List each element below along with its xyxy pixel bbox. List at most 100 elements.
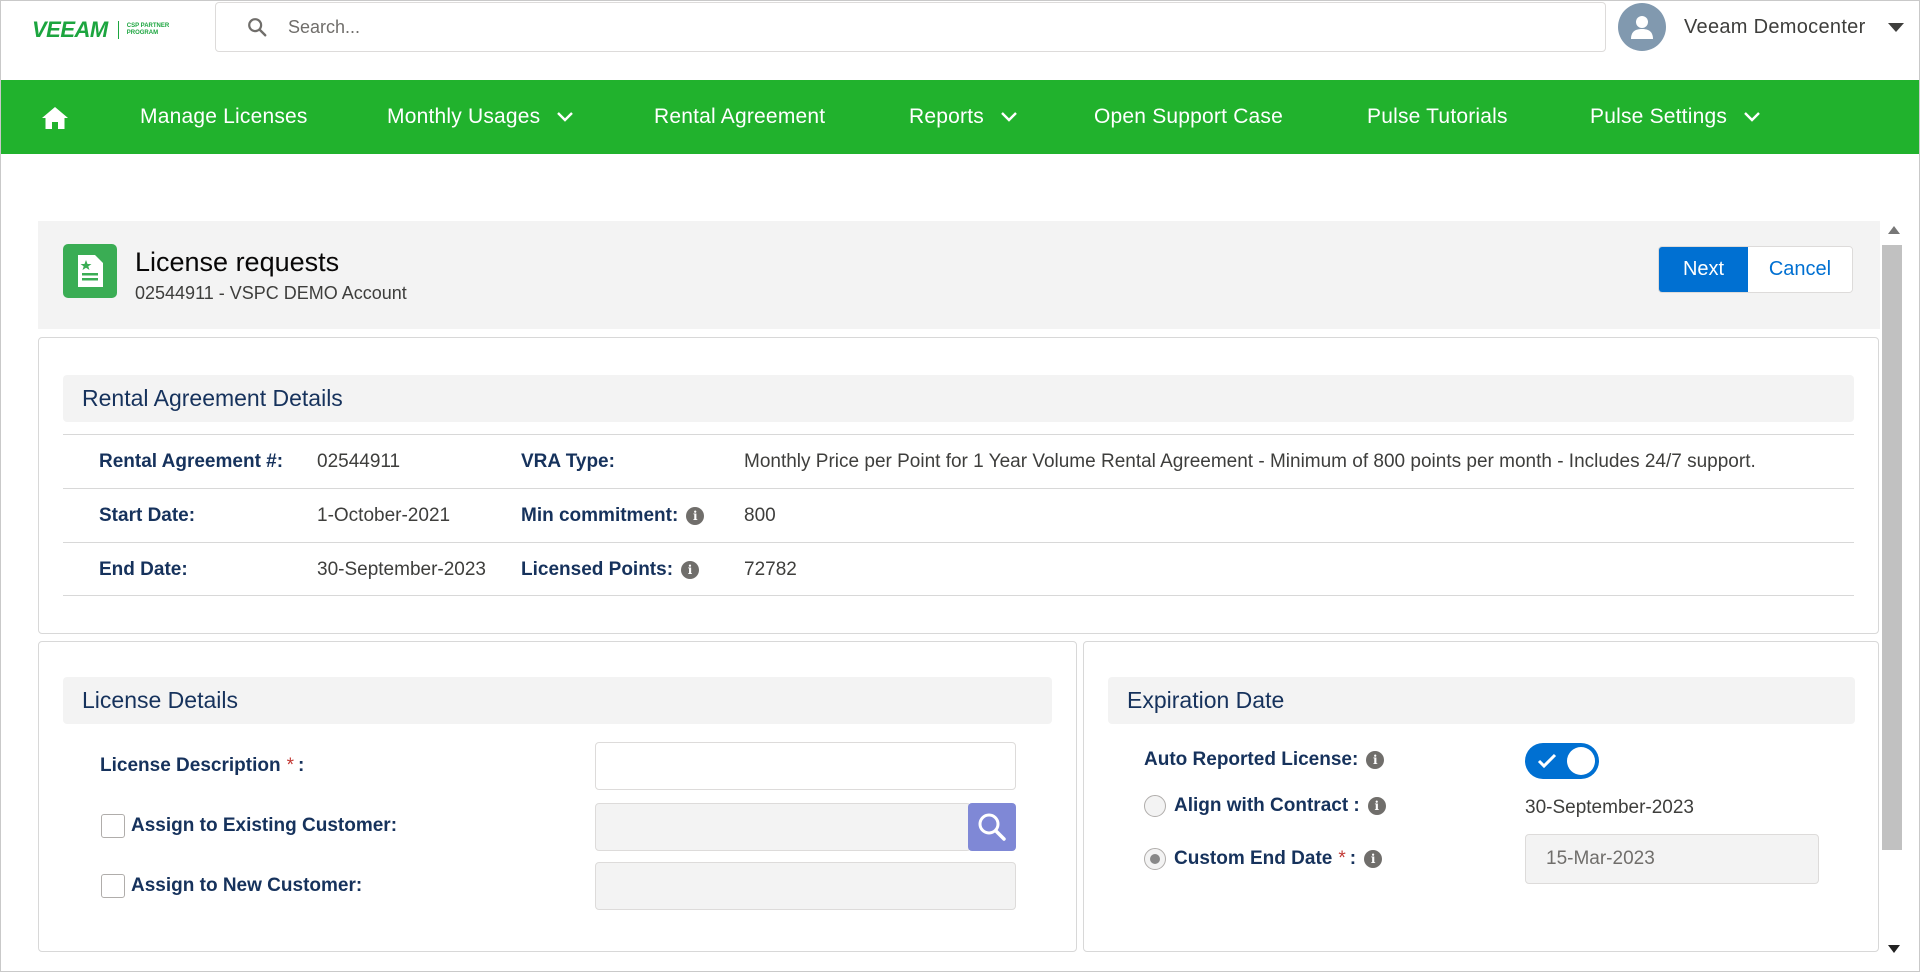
assign-new-row: Assign to New Customer: (101, 874, 362, 898)
home-icon[interactable] (41, 105, 69, 131)
cancel-button[interactable]: Cancel (1748, 247, 1852, 292)
license-description-label: License Description * : (100, 755, 304, 777)
required-mark: * (286, 755, 294, 776)
assign-existing-checkbox[interactable] (101, 814, 125, 838)
min-commitment-text: Min commitment: (521, 505, 679, 526)
vra-type-value: Monthly Price per Point for 1 Year Volum… (744, 451, 1756, 472)
caret-down-icon[interactable] (1887, 22, 1904, 32)
nav-item-reports[interactable]: Reports (909, 80, 1018, 154)
detail-row: Rental Agreement #: 02544911 VRA Type: M… (63, 434, 1854, 488)
align-contract-date: 30-September-2023 (1525, 797, 1694, 818)
nav-item-pulse-settings[interactable]: Pulse Settings (1590, 80, 1761, 154)
scroll-up-arrow[interactable] (1888, 226, 1900, 234)
chevron-down-icon (1744, 112, 1760, 122)
scroll-down-arrow[interactable] (1888, 945, 1900, 953)
veeam-logo[interactable]: VEEAM CSP PARTNER PROGRAM (32, 17, 169, 43)
nav-item-open-support-case[interactable]: Open Support Case (1094, 80, 1283, 154)
new-customer-input[interactable] (595, 862, 1016, 910)
info-icon[interactable]: i (1367, 797, 1386, 815)
custom-end-date-radio[interactable] (1144, 848, 1166, 870)
page-header: License requests 02544911 - VSPC DEMO Ac… (38, 221, 1880, 329)
nav-item-label: Reports (909, 105, 984, 128)
top-bar: VEEAM CSP PARTNER PROGRAM Veeam Democent… (1, 1, 1919, 80)
auto-reported-toggle[interactable] (1525, 743, 1599, 779)
assign-new-checkbox[interactable] (101, 874, 125, 898)
section-header: Expiration Date (1108, 677, 1855, 724)
custom-end-date-input[interactable]: 15-Mar-2023 (1525, 834, 1819, 884)
nav-item-label: Manage Licenses (140, 105, 308, 128)
section-header: License Details (63, 677, 1052, 724)
logo-sub-line-2: PROGRAM (126, 30, 159, 36)
custom-end-date-row: Custom End Date * : i (1144, 848, 1383, 870)
end-date-label: End Date: (99, 559, 188, 580)
start-date-label: Start Date: (99, 505, 196, 526)
agreement-number-label: Rental Agreement #: (99, 451, 284, 472)
section-header: Rental Agreement Details (63, 375, 1854, 422)
end-date-value: 30-September-2023 (317, 559, 486, 580)
nav-item-label: Pulse Tutorials (1367, 105, 1508, 128)
licensed-points-label: Licensed Points: i (521, 559, 700, 581)
logo-divider (117, 21, 119, 39)
min-commitment-value: 800 (744, 505, 776, 526)
info-icon[interactable]: i (686, 507, 705, 525)
info-icon[interactable]: i (681, 561, 700, 579)
page-title: License requests (135, 247, 340, 277)
search-icon (978, 813, 1006, 841)
assign-new-label: Assign to New Customer: (131, 875, 363, 896)
logo-wordmark: VEEAM (32, 17, 108, 42)
label-colon: : (1349, 848, 1357, 869)
auto-reported-label: Auto Reported License: i (1144, 749, 1385, 771)
avatar[interactable] (1618, 3, 1666, 51)
nav-item-label: Monthly Usages (387, 105, 541, 128)
assign-existing-row: Assign to Existing Customer: (101, 814, 397, 838)
min-commitment-label: Min commitment: i (521, 505, 705, 527)
next-button[interactable]: Next (1659, 247, 1748, 292)
expiration-date-panel: Expiration Date Auto Reported License: i… (1083, 641, 1879, 952)
user-menu[interactable]: Veeam Democenter (1618, 3, 1904, 51)
license-description-text: License Description (100, 755, 281, 776)
nav-item-label: Rental Agreement (654, 105, 826, 128)
user-name: Veeam Democenter (1684, 15, 1866, 38)
nav-item-manage-licenses[interactable]: Manage Licenses (140, 80, 308, 154)
align-contract-row: Align with Contract : i (1144, 795, 1386, 817)
custom-end-date-label: Custom End Date (1174, 848, 1333, 869)
custom-end-date-value: 15-Mar-2023 (1546, 848, 1655, 869)
auto-reported-text: Auto Reported License: (1144, 749, 1359, 770)
search-input[interactable] (288, 16, 1488, 38)
search-icon (248, 18, 267, 37)
agreement-number-value: 02544911 (317, 451, 401, 472)
page-subtitle: 02544911 - VSPC DEMO Account (135, 283, 407, 303)
global-search[interactable] (215, 2, 1606, 52)
logo-subtitle: CSP PARTNER PROGRAM (127, 23, 169, 37)
app-window: VEEAM CSP PARTNER PROGRAM Veeam Democent… (0, 0, 1920, 972)
main-nav: Manage Licenses Monthly Usages Rental Ag… (1, 80, 1919, 154)
check-icon (1537, 753, 1557, 769)
licensed-points-text: Licensed Points: (521, 559, 674, 580)
license-details-panel: License Details License Description * : … (38, 641, 1077, 952)
info-icon[interactable]: i (1364, 850, 1383, 868)
nav-item-monthly-usages[interactable]: Monthly Usages (387, 80, 574, 154)
label-colon: : (297, 755, 305, 776)
assign-existing-label: Assign to Existing Customer: (131, 815, 398, 836)
chevron-down-icon (557, 112, 574, 122)
align-contract-radio[interactable] (1144, 795, 1166, 817)
nav-item-pulse-tutorials[interactable]: Pulse Tutorials (1367, 80, 1508, 154)
licensed-points-value: 72782 (744, 559, 797, 580)
logo-sub-line-1: CSP PARTNER (126, 23, 170, 29)
customer-search-button[interactable] (968, 803, 1016, 851)
chevron-down-icon (1001, 112, 1017, 122)
user-icon (1631, 16, 1653, 39)
detail-row: End Date: 30-September-2023 Licensed Poi… (63, 542, 1854, 596)
nav-item-rental-agreement[interactable]: Rental Agreement (654, 80, 825, 154)
start-date-value: 1-October-2021 (317, 505, 451, 526)
detail-row: Start Date: 1-October-2021 Min commitmen… (63, 488, 1854, 542)
rental-agreement-panel: Rental Agreement Details Rental Agreemen… (38, 337, 1879, 634)
existing-customer-lookup-input[interactable] (595, 803, 971, 851)
action-buttons: Next Cancel (1658, 246, 1853, 293)
required-mark: * (1338, 848, 1346, 869)
info-icon[interactable]: i (1366, 751, 1385, 769)
vra-type-label: VRA Type: (521, 451, 615, 472)
license-description-input[interactable] (595, 742, 1016, 790)
scrollbar-thumb[interactable] (1882, 245, 1902, 850)
align-contract-label: Align with Contract : (1174, 795, 1360, 816)
